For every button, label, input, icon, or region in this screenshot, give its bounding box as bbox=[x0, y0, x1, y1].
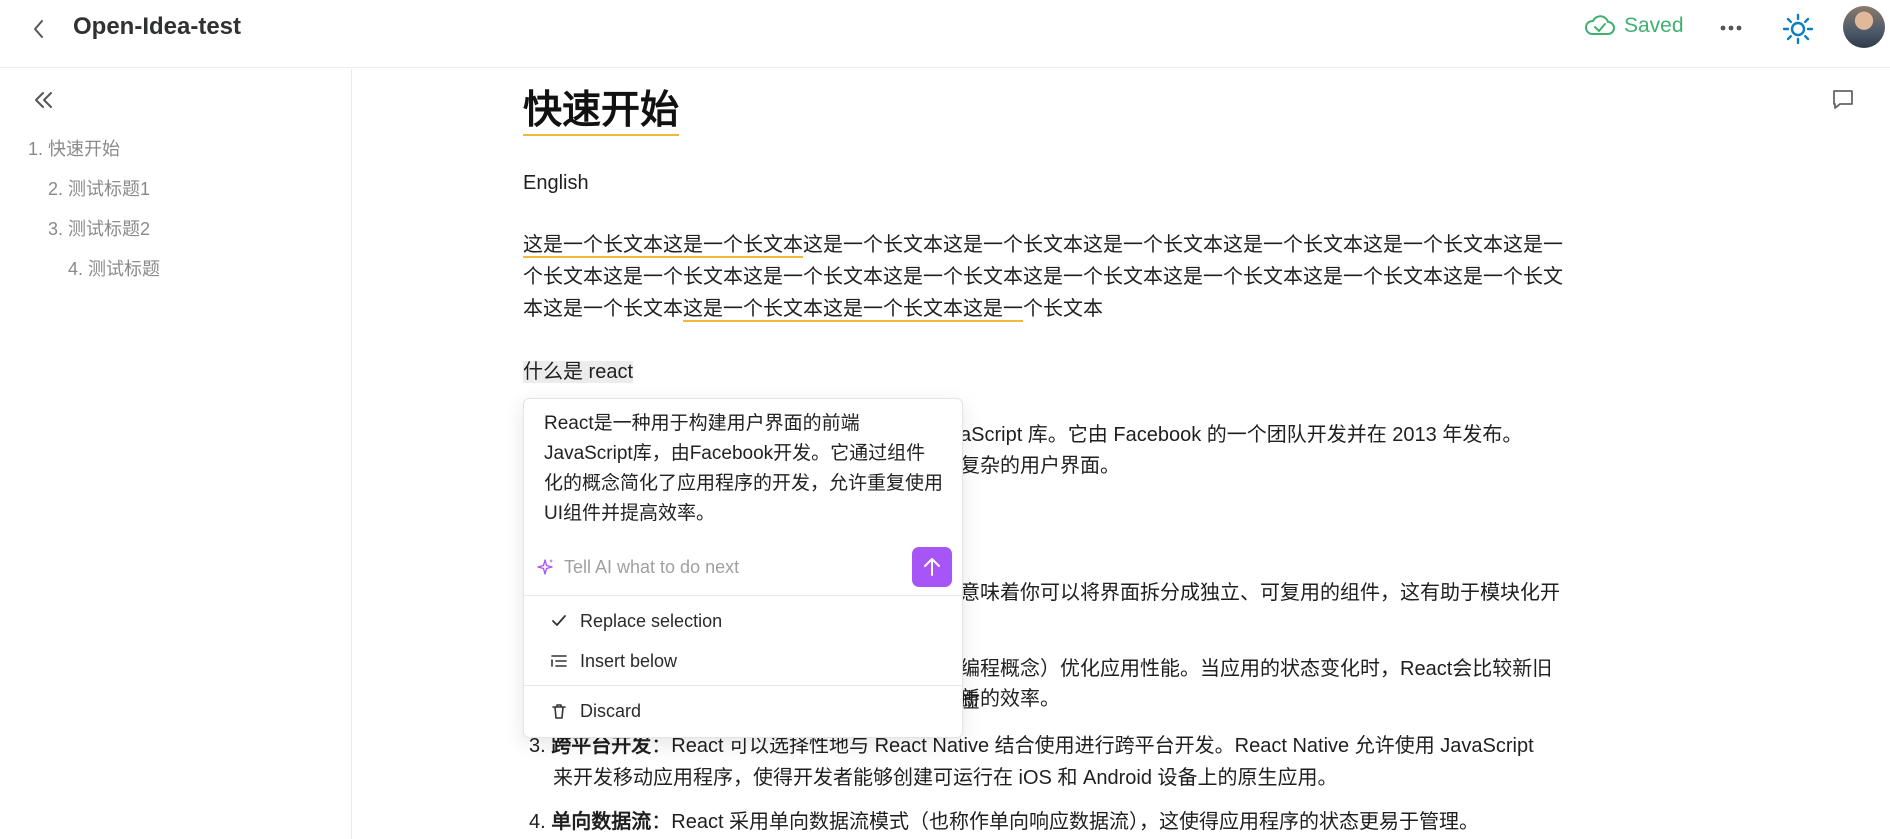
sparkle-icon bbox=[537, 559, 553, 575]
outline-sidebar: 1. 快速开始 2. 测试标题1 3. 测试标题2 4. 测试标题 bbox=[0, 69, 352, 839]
menu-divider bbox=[524, 685, 962, 686]
document-title: Open-Idea-test bbox=[73, 13, 242, 40]
discard-item[interactable]: Discard bbox=[550, 696, 641, 726]
toc-item-4[interactable]: 4. 测试标题 bbox=[68, 255, 160, 281]
list-item-text: 来开发移动应用程序，使得开发者能够创建可运行在 iOS 和 Android 设备… bbox=[553, 767, 1338, 789]
list-item-text: ：React 采用单向数据流模式（也称作单向响应数据流），这使得应用程序的状态更… bbox=[651, 811, 1480, 833]
highlighted-text: 这是一个长文本这是一个长文本 bbox=[523, 234, 803, 258]
replace-selection-item[interactable]: Replace selection bbox=[550, 606, 722, 636]
selection-highlight: 什么是 react bbox=[523, 361, 634, 383]
more-horizontal-icon bbox=[1720, 25, 1742, 31]
discard-label: Discard bbox=[580, 700, 642, 721]
chevrons-left-icon bbox=[35, 92, 52, 108]
english-text: English bbox=[523, 172, 589, 194]
ai-prompt-input[interactable] bbox=[564, 551, 864, 583]
comment-icon bbox=[1833, 90, 1853, 109]
menu-divider bbox=[524, 595, 962, 596]
ai-assistant-popover: React是一种用于构建用户界面的前端JavaScript库，由Facebook… bbox=[523, 398, 963, 738]
list-indent-icon bbox=[551, 655, 567, 667]
paragraph-fragment: 新的效率。 bbox=[960, 688, 1060, 710]
text-segment: 个长文本 bbox=[1023, 298, 1103, 320]
text-segment: 个长文本这是一个长文本这是一个长文本这是一个长文本这是一个长文本这是一个长文本这… bbox=[523, 266, 1563, 288]
toc-item-3[interactable]: 3. 测试标题2 bbox=[48, 215, 150, 241]
insert-below-label: Insert below bbox=[580, 650, 678, 671]
list-item: 4. 单向数据流：React 采用单向数据流模式（也称作单向响应数据流），这使得… bbox=[523, 806, 1565, 838]
ai-prompt-row bbox=[524, 545, 962, 591]
comment-button[interactable] bbox=[1830, 86, 1856, 112]
toc-item-2[interactable]: 2. 测试标题1 bbox=[48, 175, 150, 201]
sun-icon bbox=[1782, 13, 1814, 45]
back-arrow-icon bbox=[34, 20, 43, 38]
theme-toggle-button[interactable] bbox=[1780, 12, 1816, 46]
text-segment: 这是一个长文本这是一个长文本这是一个长文本这是一个长文本这是一个长文本这是一 bbox=[803, 234, 1563, 256]
insert-below-item[interactable]: Insert below bbox=[550, 646, 677, 676]
selected-text: 什么是 react bbox=[523, 356, 634, 388]
ai-send-button[interactable] bbox=[912, 547, 952, 587]
highlighted-text: 这是一个长文本这是一个长文本这是一 bbox=[683, 298, 1023, 322]
document-heading: 快速开始 bbox=[523, 88, 680, 136]
list-number: 3. bbox=[529, 735, 546, 757]
ai-response-text: React是一种用于构建用户界面的前端JavaScript库，由Facebook… bbox=[544, 413, 944, 524]
list-item-text: ：React 可以选择性地与 React Native 结合使用进行跨平台开发。… bbox=[651, 735, 1534, 757]
collapse-sidebar-button[interactable] bbox=[30, 87, 56, 113]
long-text-paragraph: 这是一个长文本这是一个长文本这是一个长文本这是一个长文本这是一个长文本这是一个长… bbox=[523, 229, 1565, 325]
text-segment: 本这是一个长文本 bbox=[523, 298, 683, 320]
user-avatar[interactable] bbox=[1843, 6, 1885, 48]
paragraph-fragment: 复杂的用户界面。 bbox=[960, 455, 1120, 477]
trash-icon bbox=[552, 704, 566, 719]
list-item-title: 单向数据流 bbox=[551, 811, 652, 833]
list-number: 4. bbox=[529, 811, 546, 833]
top-bar: Open-Idea-test Saved bbox=[0, 0, 1890, 68]
saved-label: Saved bbox=[1624, 14, 1684, 37]
list-item: 3. 跨平台开发：React 可以选择性地与 React Native 结合使用… bbox=[523, 730, 1565, 794]
list-item-title: 跨平台开发 bbox=[551, 735, 652, 757]
paragraph-fragment: aScript 库。它由 Facebook 的一个团队开发并在 2013 年发布… bbox=[960, 424, 1523, 446]
cloud-check-icon bbox=[1585, 15, 1615, 35]
back-button[interactable] bbox=[26, 16, 52, 42]
more-options-button[interactable] bbox=[1716, 14, 1746, 42]
check-icon bbox=[552, 615, 566, 626]
paragraph-fragment: 意味着你可以将界面拆分成独立、可复用的组件，这有助于模块化开 bbox=[960, 582, 1560, 604]
toc-item-1[interactable]: 1. 快速开始 bbox=[28, 135, 120, 161]
arrow-up-icon bbox=[924, 558, 940, 576]
save-status: Saved bbox=[1584, 14, 1684, 38]
replace-selection-label: Replace selection bbox=[580, 610, 723, 631]
